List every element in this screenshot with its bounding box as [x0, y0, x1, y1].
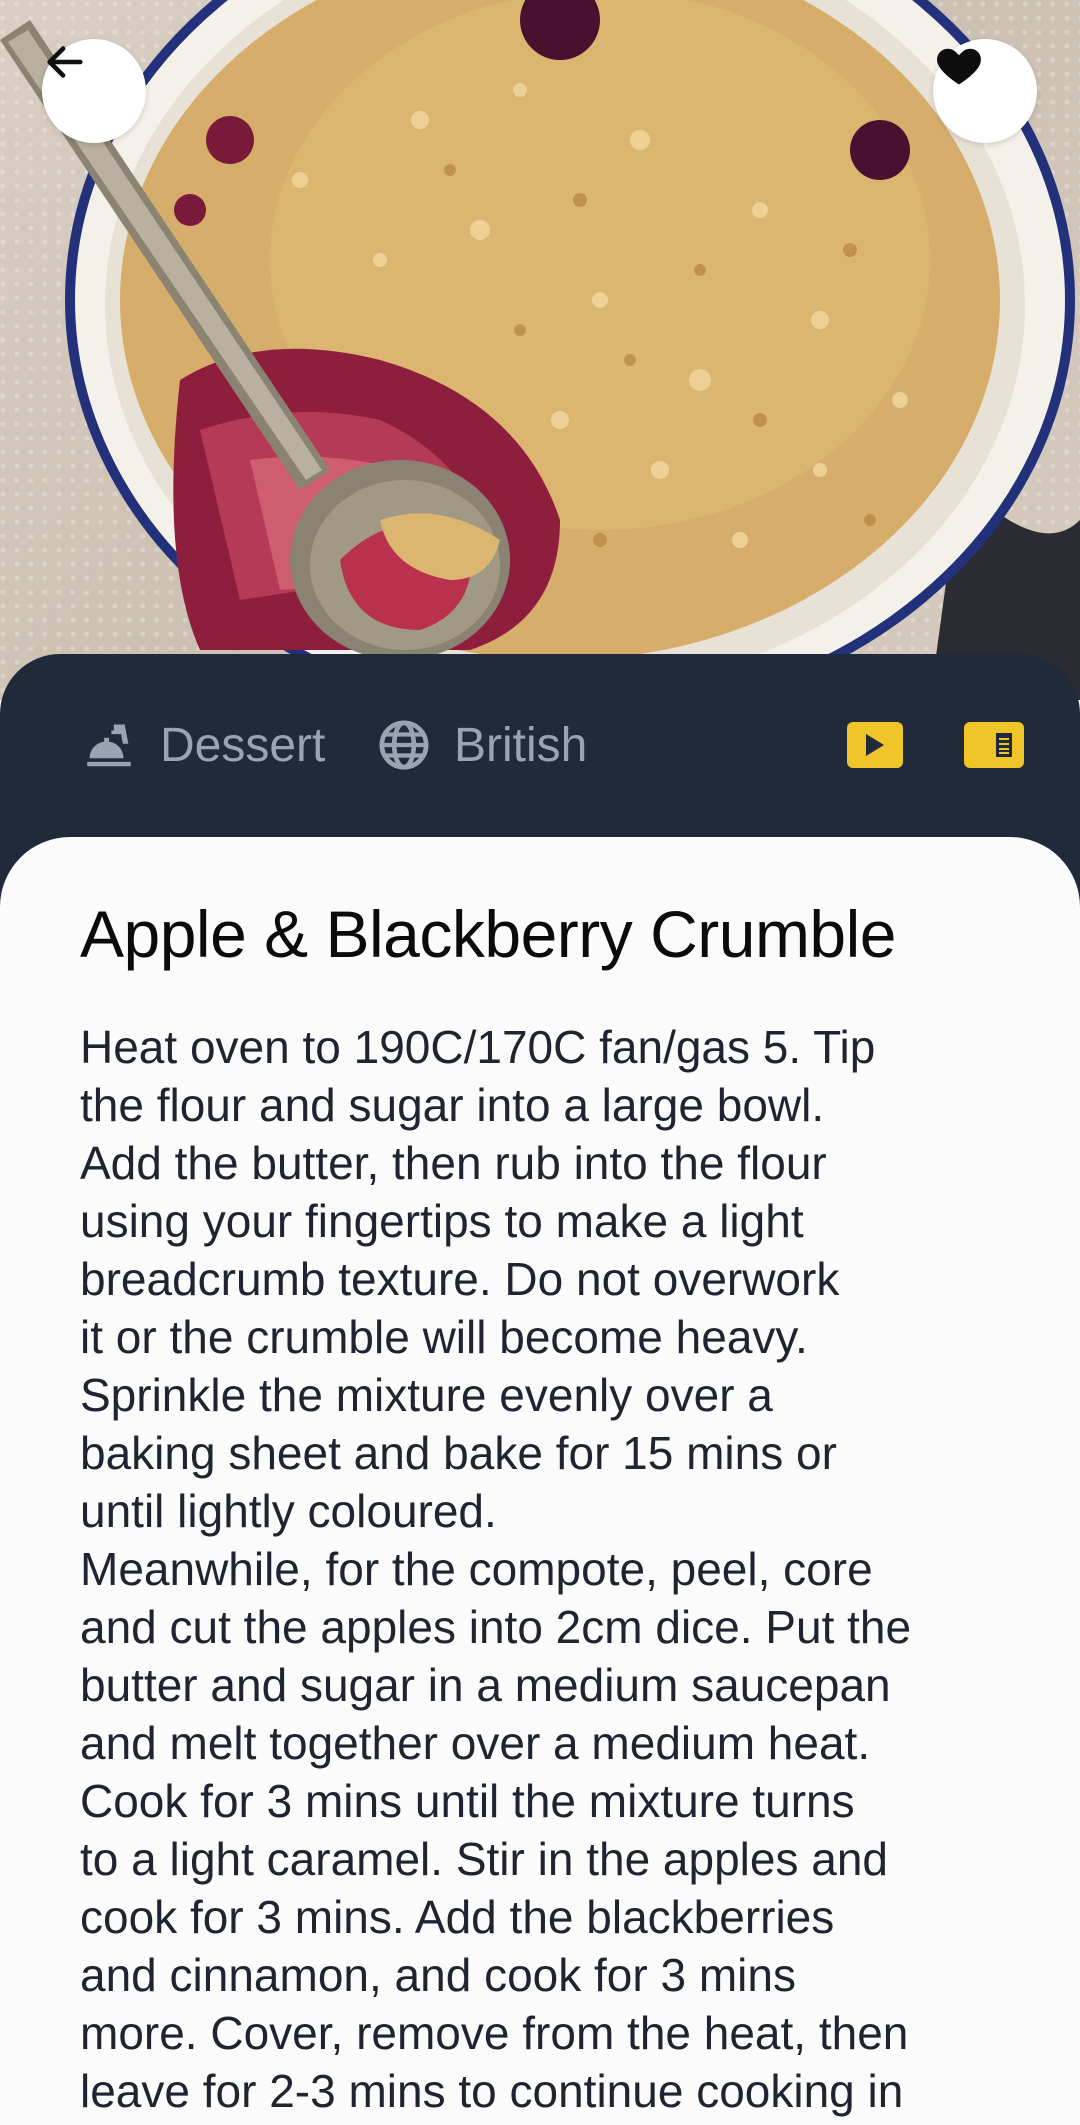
crumble-illustration [0, 0, 1080, 700]
favorite-button[interactable] [933, 39, 1037, 143]
category-tag: Dessert [80, 712, 325, 778]
recipe-instructions: Heat oven to 190C/170C fan/gas 5. Tip th… [80, 1021, 912, 2117]
play-icon [864, 733, 886, 757]
watch-video-button[interactable] [847, 722, 903, 768]
food-service-icon [80, 716, 138, 774]
category-label: Dessert [160, 718, 326, 772]
view-source-button[interactable] [964, 722, 1024, 768]
article-icon [974, 730, 1014, 760]
area-tag: British [376, 712, 587, 778]
globe-icon [376, 717, 432, 773]
recipe-photo [0, 0, 1080, 700]
area-label: British [454, 718, 588, 772]
recipe-title: Apple & Blackberry Crumble [80, 897, 897, 971]
back-button[interactable] [42, 39, 146, 143]
recipe-detail-screen: Dessert British Apple & Blackberry Crumb… [0, 0, 1080, 2125]
